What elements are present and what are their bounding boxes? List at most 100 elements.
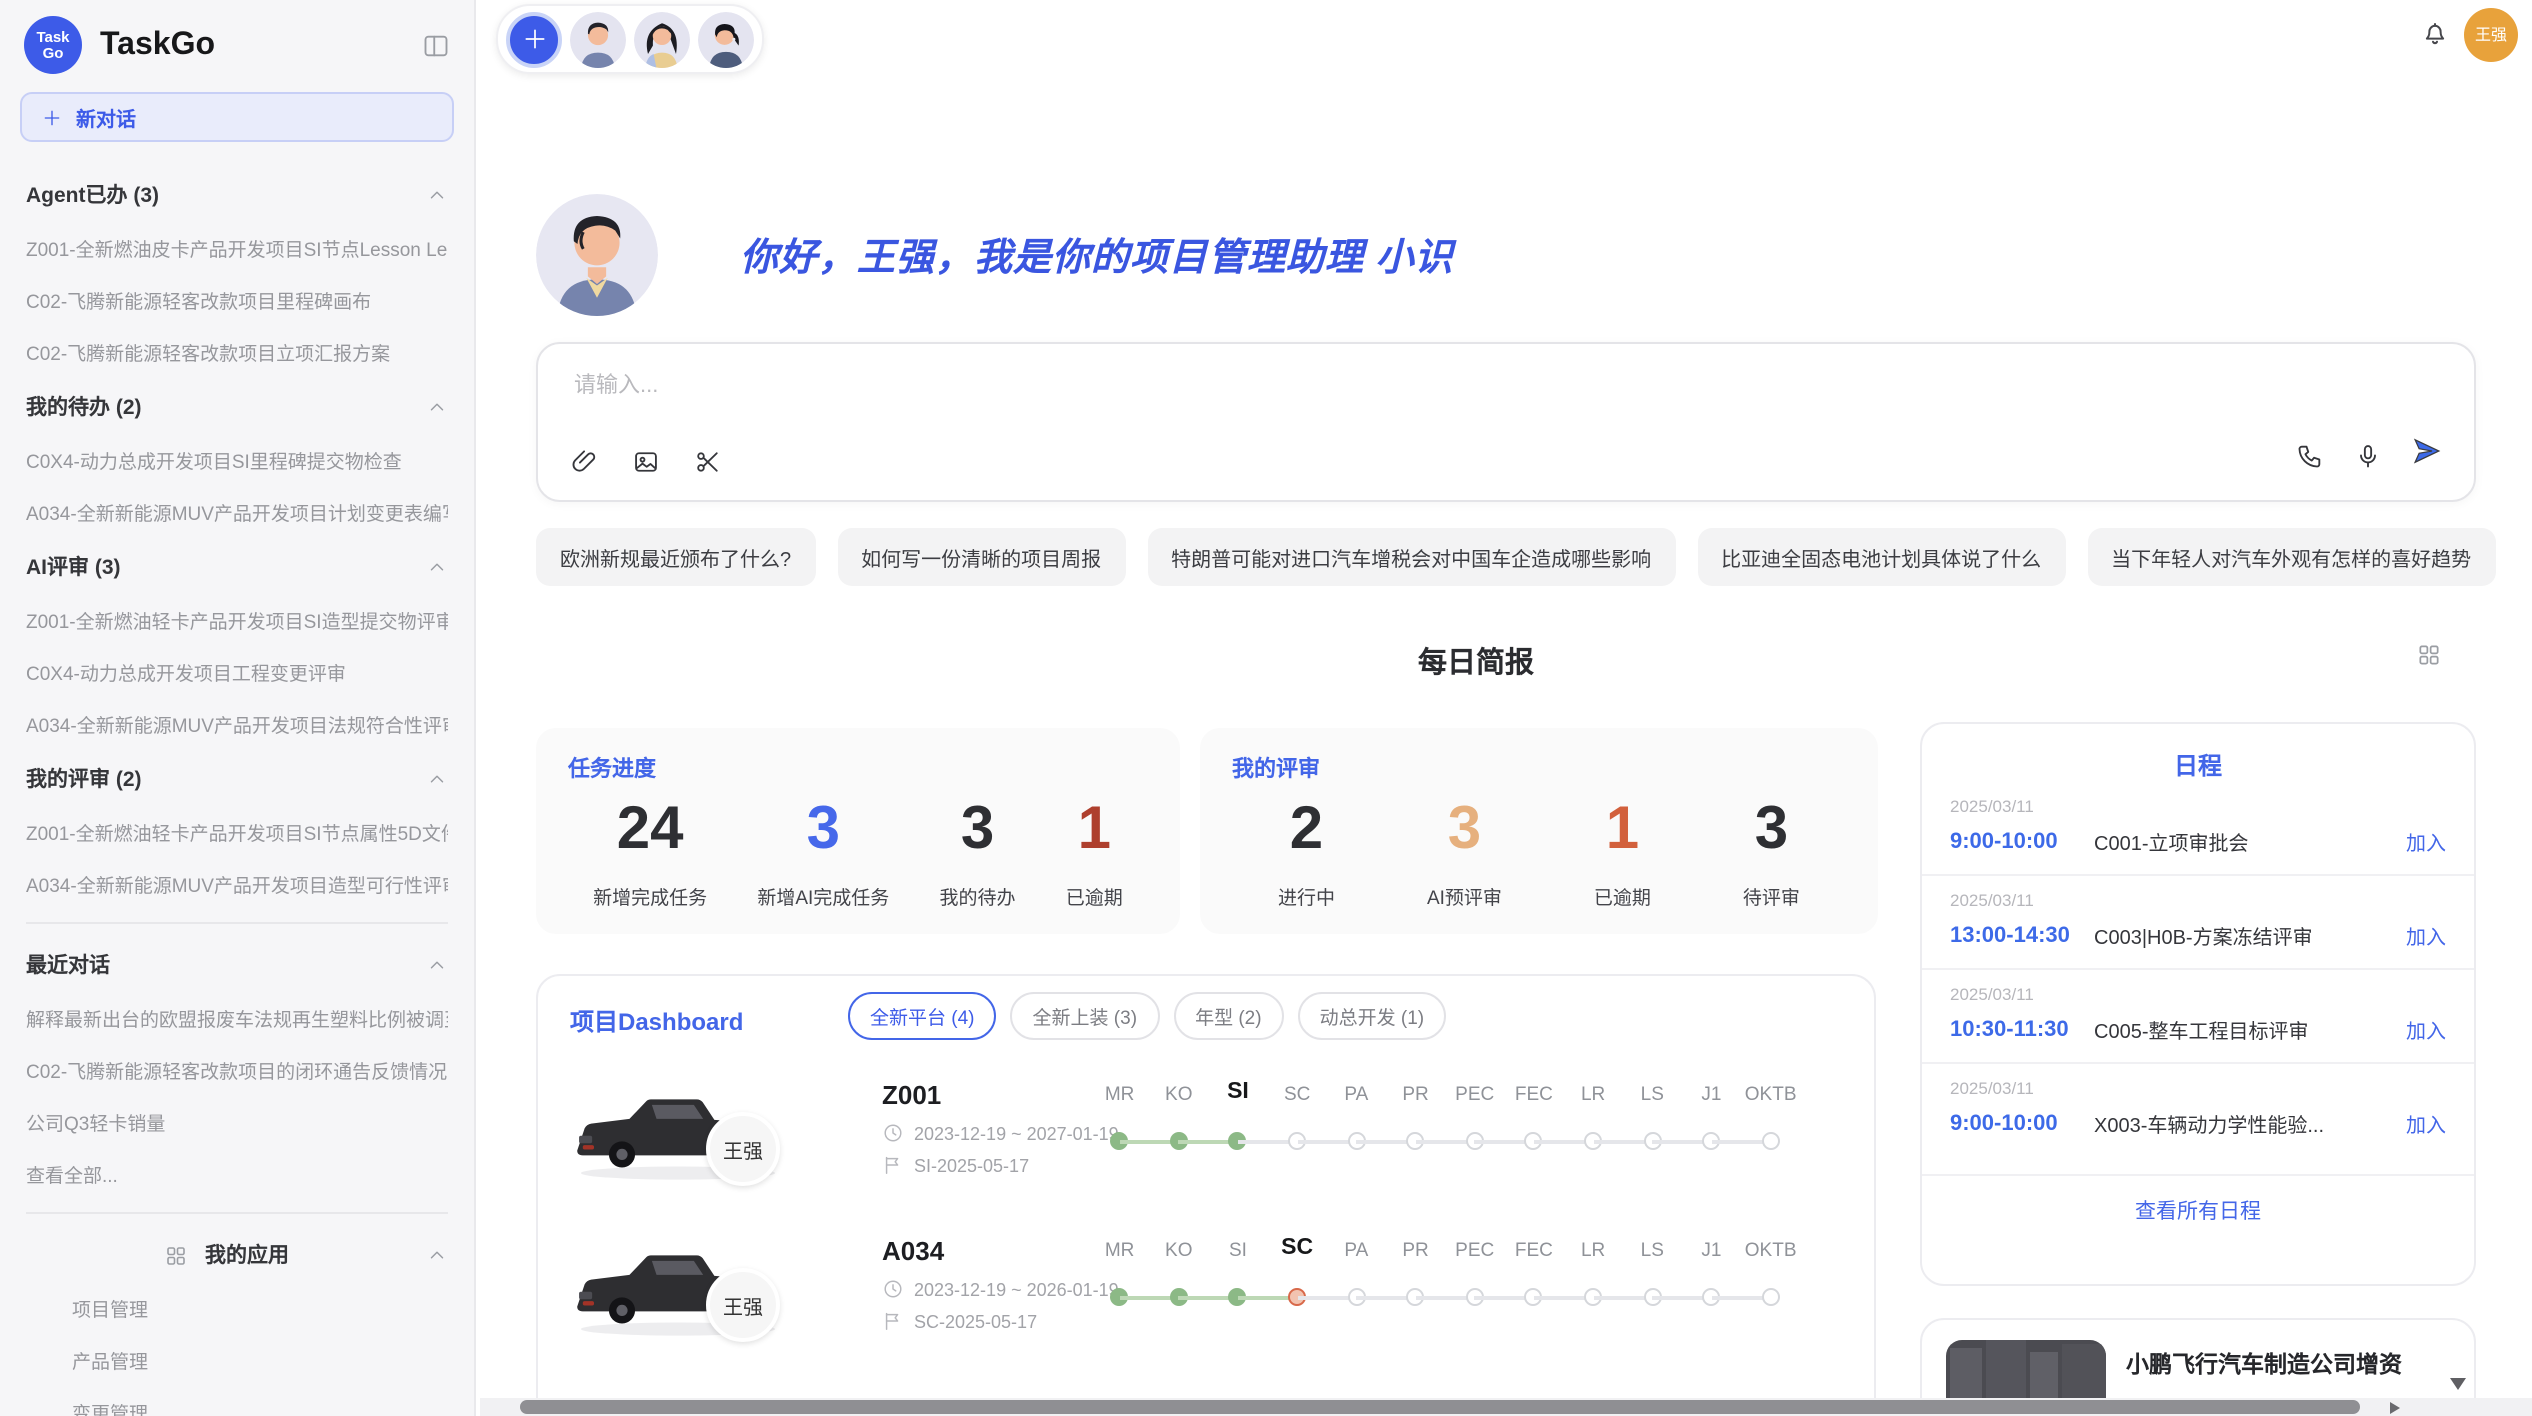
collapse-sidebar-icon[interactable] [422,31,450,59]
join-meeting-link[interactable]: 加入 [2406,1014,2446,1044]
dashboard-tab[interactable]: 全新平台 (4) [848,992,997,1040]
section-header[interactable]: 我的评审 (2) [26,764,448,794]
user-avatar-badge[interactable]: 王强 [2464,8,2518,62]
stat-value: 24 [593,796,707,864]
screenshot-scissors-icon[interactable] [694,448,722,476]
user-badge-label: 王强 [2475,24,2507,46]
agent-avatar-3[interactable] [698,11,754,67]
milestone-dot [1762,1132,1780,1150]
horizontal-scrollbar-thumb[interactable] [520,1400,2360,1414]
project-code: A034 [882,1236,944,1266]
attachment-icon[interactable] [570,448,598,476]
suggestion-chip[interactable]: 欧洲新规最近颁布了什么? [536,528,815,586]
add-agent-button[interactable] [506,11,562,67]
agent-avatar-2[interactable] [634,11,690,67]
milestone-node: SI [1208,1236,1267,1340]
suggestion-chip[interactable]: 特朗普可能对进口汽车增税会对中国车企造成哪些影响 [1147,528,1675,586]
layout-grid-icon[interactable] [2416,642,2442,668]
recent-chat-item[interactable]: 公司Q3轻卡销量 [26,1108,448,1136]
recent-chat-item[interactable]: 查看全部... [26,1160,448,1188]
milestone-label: MR [1090,1084,1149,1106]
task-list-item[interactable]: Z001-全新燃油轻卡产品开发项目SI造型提交物评审 [26,606,448,634]
image-upload-icon[interactable] [632,448,660,476]
new-chat-label: 新对话 [76,102,136,132]
milestone-node: MR [1090,1080,1149,1184]
task-list-item[interactable]: C0X4-动力总成开发项目工程变更评审 [26,658,448,686]
suggestion-chip[interactable]: 比亚迪全固态电池计划具体说了什么 [1697,528,2065,586]
project-dashboard-title: 项目Dashboard [570,1004,743,1038]
section-title: 我的评审 (2) [26,764,142,794]
milestone-node: PR [1386,1080,1445,1184]
my-apps-header[interactable]: 我的应用 [26,1240,448,1270]
send-icon[interactable] [2412,436,2442,476]
project-milestone-info: SI-2025-05-17 [882,1154,1029,1176]
scroll-right-arrow[interactable] [2390,1401,2400,1413]
suggestion-chip[interactable]: 当下年轻人对汽车外观有怎样的喜好趋势 [2087,528,2495,586]
milestone-track: MR KO SI [1090,1236,1800,1340]
project-date-range: 2023-12-19 ~ 2026-01-19 [914,1279,1119,1299]
task-list-item[interactable]: Z001-全新燃油皮卡产品开发项目SI节点Lesson Learn报告 [26,234,448,262]
plus-icon [521,26,547,52]
task-list-item[interactable]: C0X4-动力总成开发项目SI里程碑提交物检查 [26,446,448,474]
recent-chat-item[interactable]: 解释最新出台的欧盟报废车法规再生塑料比例被调至15%... [26,1004,448,1032]
task-list-item[interactable]: A034-全新新能源MUV产品开发项目造型可行性评审 [26,870,448,898]
recent-chat-item[interactable]: C02-飞腾新能源轻客改款项目的闭环通告反馈情况 [26,1056,448,1084]
join-meeting-link[interactable]: 加入 [2406,1108,2446,1138]
milestone-label: SI [1208,1240,1267,1262]
chat-input[interactable] [570,372,1978,400]
section-title: Agent已办 (3) [26,180,159,210]
stat-label: 已逾期 [1594,882,1651,910]
project-row[interactable]: 王强 Z001 2023-12-19 ~ 2027-01-19 SI-2025-… [538,1060,1874,1216]
join-meeting-link[interactable]: 加入 [2406,826,2446,856]
section-header[interactable]: 我的待办 (2) [26,392,448,422]
milestone-node: PA [1327,1236,1386,1340]
milestone-label: LR [1564,1240,1623,1262]
view-all-schedule-link[interactable]: 查看所有日程 [1922,1174,2474,1226]
milestone-node: KO [1149,1080,1208,1184]
section-title: 我的待办 (2) [26,392,142,422]
task-list-item[interactable]: A034-全新新能源MUV产品开发项目计划变更表编写 [26,498,448,526]
clock-icon [882,1122,904,1144]
app-link-item[interactable]: 变更管理 [72,1398,448,1416]
milestone-node: J1 [1682,1080,1741,1184]
dashboard-filter-tabs: 全新平台 (4) 全新上装 (3) 年型 (2) 动总开发 (1) [848,992,1446,1040]
milestone-label: MR [1090,1240,1149,1262]
section-header[interactable]: AI评审 (3) [26,552,448,582]
join-meeting-link[interactable]: 加入 [2406,920,2446,950]
horizontal-scrollbar-track[interactable] [480,1398,2532,1416]
dashboard-tab[interactable]: 动总开发 (1) [1298,992,1447,1040]
stat-item: 3 AI预评审 [1427,796,1502,910]
section-header[interactable]: Agent已办 (3) [26,180,448,210]
voice-call-icon[interactable] [2296,442,2324,470]
stat-item: 3 我的待办 [940,796,1016,910]
task-list-item[interactable]: Z001-全新燃油轻卡产品开发项目SI节点属性5D文件评审 [26,818,448,846]
dashboard-tab[interactable]: 全新上装 (3) [1011,992,1160,1040]
new-chat-button[interactable]: 新对话 [20,92,454,142]
dashboard-tab[interactable]: 年型 (2) [1173,992,1284,1040]
schedule-time: 9:00-10:00 [1950,1111,2094,1135]
milestone-node: LR [1564,1236,1623,1340]
schedule-date: 2025/03/11 [1950,1078,2446,1098]
plus-icon [42,107,62,127]
notification-bell-icon[interactable] [2420,18,2450,48]
logo-line1: Task [36,29,69,45]
microphone-icon[interactable] [2354,442,2382,470]
owner-name: 王强 [723,1290,763,1320]
suggestion-chips: 欧洲新规最近颁布了什么? 如何写一份清晰的项目周报 特朗普可能对进口汽车增税会对… [536,528,2495,586]
scroll-down-arrow[interactable] [2450,1378,2466,1390]
project-row[interactable]: 王强 A034 2023-12-19 ~ 2026-01-19 SC-2025-… [538,1216,1874,1372]
task-list-item[interactable]: C02-飞腾新能源轻客改款项目里程碑画布 [26,286,448,314]
app-link-item[interactable]: 产品管理 [72,1346,448,1374]
milestone-label: SI [1208,1080,1267,1104]
recent-chats-header[interactable]: 最近对话 [26,950,448,980]
sidebar-body: Agent已办 (3) Z001-全新燃油皮卡产品开发项目SI节点Lesson … [0,142,474,1416]
app-link-item[interactable]: 项目管理 [72,1294,448,1322]
project-milestone-info: SC-2025-05-17 [882,1310,1037,1332]
task-list-item[interactable]: A034-全新新能源MUV产品开发项目法规符合性评审 [26,710,448,738]
stat-label: 新增完成任务 [593,882,707,910]
agent-avatar-1[interactable] [570,11,626,67]
chevron-up-icon [426,184,448,206]
suggestion-chip[interactable]: 如何写一份清晰的项目周报 [837,528,1125,586]
schedule-event-title: C005-整车工程目标评审 [2094,1014,2406,1044]
task-list-item[interactable]: C02-飞腾新能源轻客改款项目立项汇报方案 [26,338,448,366]
